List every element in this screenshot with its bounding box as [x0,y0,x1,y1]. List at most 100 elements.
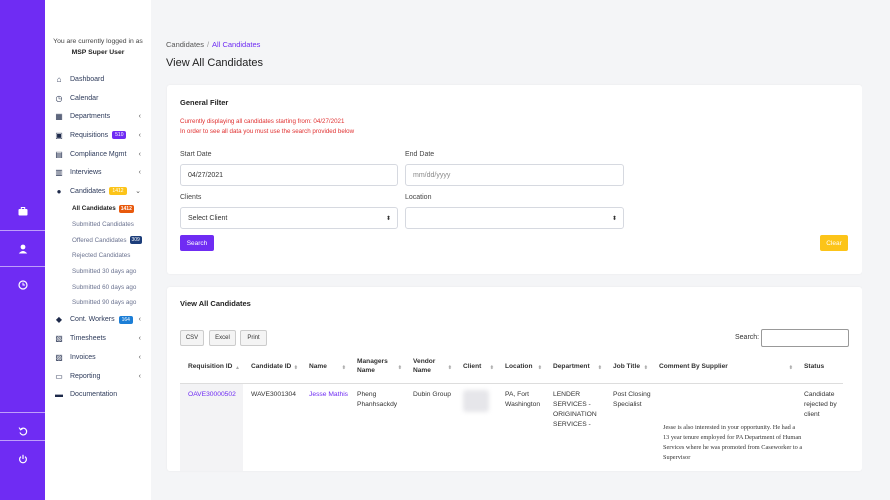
invoice-icon: ▨ [55,352,63,362]
building-icon: ▦ [55,112,63,122]
sidebar-item-label: Interviews [70,169,102,177]
column-header[interactable]: Job Title ⬍ [605,350,651,384]
filter-note: Currently displaying all candidates star… [180,118,345,125]
sidebar-item-dashboard[interactable]: ⌂ Dashboard [45,70,151,89]
column-header[interactable]: Comment By Supplier ⬍ [651,350,796,384]
column-header[interactable]: Requisition ID ▲ [180,350,243,384]
search-button[interactable]: Search [180,235,214,251]
start-date-input[interactable]: 04/27/2021 [180,164,398,186]
excel-button[interactable]: Excel [209,330,236,346]
workers-icon: ◆ [55,315,63,325]
subitem-label: Submitted 90 days ago [72,299,137,307]
vendor-cell: Dubin Group [413,390,451,398]
filter-note-2: In order to see all data you must use th… [180,128,355,135]
column-header-label: Comment By Supplier [659,362,728,370]
sidebar-subitem-90-days[interactable]: Submitted 90 days ago [45,295,151,311]
column-header[interactable]: Name ⬍ [301,350,349,384]
column-header-label: Candidate ID [251,362,292,370]
table-search-label: Search: [735,334,760,341]
column-header-label: Managers Name [357,358,388,375]
sidebar-item-departments[interactable]: ▦ Departments ‹ [45,107,151,126]
column-header[interactable]: Candidate ID ⬍ [243,350,301,384]
subitem-label: Rejected Candidates [72,252,131,260]
print-button[interactable]: Print [240,330,267,346]
sidebar-subitem-30-days[interactable]: Submitted 30 days ago [45,264,151,280]
sidebar-subitem-60-days[interactable]: Submitted 60 days ago [45,279,151,295]
clock-icon[interactable] [0,266,45,302]
sidebar-item-requisitions[interactable]: ▣ Requisitions 510 ‹ [45,126,151,145]
sidebar-item-label: Compliance Mgmt [70,150,127,158]
column-header-label: Requisition ID [188,362,233,370]
column-header-label: Vendor Name [413,358,436,375]
icon-rail [0,0,45,500]
clients-select[interactable]: Select Client ⬍ [180,207,398,229]
column-header[interactable]: Status [796,350,843,384]
column-header[interactable]: Managers Name ⬍ [349,350,405,384]
sidebar-item-calendar[interactable]: ◷ Calendar [45,89,151,108]
sort-icon: ⬍ [397,365,402,371]
sidebar-item-interviews[interactable]: ▥ Interviews ‹ [45,163,151,182]
count-badge: 510 [112,131,127,140]
column-header-label: Client [463,362,482,370]
power-icon[interactable] [0,440,45,476]
clients-label: Clients [180,194,202,201]
chevron-left-icon: ‹ [138,150,141,158]
column-header[interactable]: Department ⬍ [545,350,605,384]
briefcase-icon[interactable] [0,193,45,229]
sidebar-subitem-rejected[interactable]: Rejected Candidates [45,248,151,264]
clear-button[interactable]: Clear [820,235,848,251]
sidebar-item-compliance[interactable]: ▤ Compliance Mgmt ‹ [45,145,151,164]
sidebar-item-label: Timesheets [70,335,106,343]
right-margin [862,0,890,500]
column-header[interactable]: Vendor Name ⬍ [405,350,455,384]
column-header-label: Name [309,362,327,370]
department-cell: LENDER SERVICES - ORIGINATION SERVICES - [553,390,597,428]
login-info: You are currently logged in as MSP Super… [45,36,151,58]
count-badge: 309 [129,236,142,245]
sidebar-item-invoices[interactable]: ▨ Invoices ‹ [45,348,151,367]
subitem-label: Offered Candidates [72,236,127,244]
column-header[interactable]: Client ⬍ [455,350,497,384]
job-title-cell: Post Closing Specialist [613,390,651,408]
chevron-left-icon: ‹ [138,372,141,380]
sidebar-item-label: Cont. Workers [70,316,115,324]
end-date-input[interactable]: mm/dd/yyyy [405,164,624,186]
sidebar-subitem-submitted[interactable]: Submitted Candidates [45,217,151,233]
breadcrumb-separator: / [206,40,210,49]
requisition-id-cell[interactable]: OAVE30000502 [180,383,243,471]
sidebar-item-label: Candidates [70,187,106,195]
sidebar-subitem-offered[interactable]: Offered Candidates 309 [45,232,151,248]
sidebar-item-documentation[interactable]: ▬ Documentation [45,385,151,404]
sidebar-subitem-all-candidates[interactable]: All Candidates 1412 [45,201,151,217]
sidebar-item-timesheets[interactable]: ▧ Timesheets ‹ [45,329,151,348]
sidebar-item-cont-workers[interactable]: ◆ Cont. Workers 164 ‹ [45,311,151,330]
breadcrumb: Candidates / All Candidates [166,40,260,49]
redacted-client [463,389,489,412]
table-title: View All Candidates [180,299,251,308]
chevron-left-icon: ‹ [138,335,141,343]
sidebar-item-label: Documentation [70,391,118,399]
status-cell: Candidate rejected by client [804,390,837,418]
column-header[interactable]: Location ⬍ [497,350,545,384]
sort-icon: ⬍ [597,365,602,371]
count-badge: 164 [118,315,133,324]
sort-icon: ⬍ [447,365,452,371]
sidebar-item-candidates[interactable]: ● Candidates 1412 ⌄ [45,182,151,201]
candidate-id-cell: WAVE3001304 [251,390,296,398]
location-label: Location [405,194,432,201]
location-select[interactable]: ⬍ [405,207,624,229]
sort-icon: ⬍ [293,365,298,371]
csv-button[interactable]: CSV [180,330,204,346]
sidebar: You are currently logged in as MSP Super… [45,0,151,500]
login-text: You are currently logged in as [53,38,143,45]
sidebar-item-label: Dashboard [70,75,105,83]
start-date-label: Start Date [180,151,212,158]
chevron-left-icon: ‹ [138,353,141,361]
breadcrumb-root[interactable]: Candidates [166,40,204,49]
table-search-input[interactable] [761,329,849,347]
user-icon[interactable] [0,230,45,266]
candidate-name-link[interactable]: Jesse Mathis [301,383,349,471]
sort-asc-icon: ▲ [235,365,240,371]
sidebar-item-reporting[interactable]: ▭ Reporting ‹ [45,367,151,386]
sort-icon: ⬍ [341,365,346,371]
